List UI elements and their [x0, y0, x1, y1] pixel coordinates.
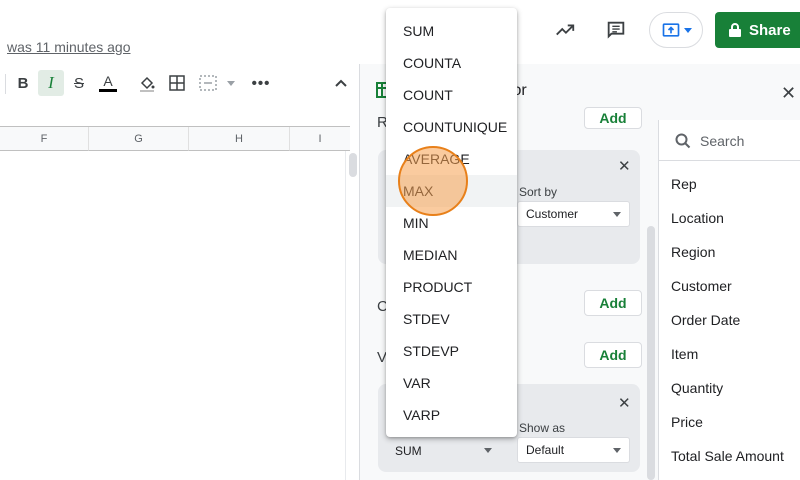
field-item[interactable]: Price: [671, 414, 703, 430]
upload-icon: [662, 23, 679, 37]
menu-item-counta[interactable]: COUNTA: [386, 47, 517, 79]
chevron-down-icon: [484, 448, 492, 453]
text-color-bar: [99, 89, 117, 92]
summarize-by-select[interactable]: SUM: [387, 440, 497, 462]
column-header-i[interactable]: I: [290, 127, 350, 151]
field-item[interactable]: Quantity: [671, 380, 723, 396]
add-rows-button[interactable]: Add: [584, 107, 642, 129]
share-button[interactable]: Share: [715, 12, 800, 48]
remove-value-field-icon[interactable]: ✕: [618, 394, 631, 412]
field-item[interactable]: Order Date: [671, 312, 740, 328]
menu-item-product[interactable]: PRODUCT: [386, 271, 517, 303]
show-as-select[interactable]: Default: [517, 437, 630, 463]
chevron-down-icon: [613, 212, 621, 217]
menu-item-countunique[interactable]: COUNTUNIQUE: [386, 111, 517, 143]
field-item[interactable]: Customer: [671, 278, 732, 294]
menu-item-stdevp[interactable]: STDEVP: [386, 335, 517, 367]
menu-item-count[interactable]: COUNT: [386, 79, 517, 111]
menu-item-stdev[interactable]: STDEV: [386, 303, 517, 335]
field-item[interactable]: Rep: [671, 176, 697, 192]
column-header-h[interactable]: H: [189, 127, 290, 151]
toolbar-divider: [5, 74, 6, 94]
italic-button[interactable]: I: [38, 70, 64, 96]
field-item[interactable]: Total Sale Amount: [671, 448, 784, 464]
collapse-toolbar-icon[interactable]: [328, 70, 354, 96]
field-item[interactable]: Location: [671, 210, 724, 226]
menu-item-max[interactable]: MAX: [386, 175, 517, 207]
search-input[interactable]: Search: [700, 133, 744, 149]
text-color-button[interactable]: A: [95, 70, 121, 96]
field-search[interactable]: Search: [659, 121, 800, 161]
column-header-f[interactable]: F: [0, 127, 89, 151]
add-values-button[interactable]: Add: [584, 342, 642, 368]
menu-item-median[interactable]: MEDIAN: [386, 239, 517, 271]
comment-icon[interactable]: [600, 14, 632, 46]
sort-by-select[interactable]: Customer: [517, 201, 630, 227]
borders-icon[interactable]: [164, 70, 190, 96]
lock-icon: [729, 23, 741, 37]
sort-by-label: Sort by: [519, 185, 558, 199]
summarize-by-menu: SUM COUNTA COUNT COUNTUNIQUE AVERAGE MAX MIN ME…: [386, 8, 517, 437]
column-header-g[interactable]: G: [89, 127, 189, 151]
more-icon[interactable]: •••: [248, 70, 274, 96]
menu-item-var[interactable]: VAR: [386, 367, 517, 399]
menu-item-min[interactable]: MIN: [386, 207, 517, 239]
strikethrough-button[interactable]: S: [66, 70, 92, 96]
chevron-down-icon: [613, 448, 621, 453]
trending-icon[interactable]: [549, 14, 581, 46]
search-icon: [675, 133, 691, 148]
field-item[interactable]: Item: [671, 346, 698, 362]
close-panel-icon[interactable]: ✕: [781, 83, 796, 104]
menu-item-sum[interactable]: SUM: [386, 15, 517, 47]
fill-color-icon[interactable]: [134, 70, 160, 96]
add-columns-button[interactable]: Add: [584, 290, 642, 316]
scroll-thumb[interactable]: [349, 153, 357, 177]
bold-button[interactable]: B: [10, 70, 36, 96]
remove-row-field-icon[interactable]: ✕: [618, 157, 631, 175]
panel-scrollbar[interactable]: [647, 226, 655, 480]
menu-item-average[interactable]: AVERAGE: [386, 143, 517, 175]
menu-item-varp[interactable]: VARP: [386, 399, 517, 431]
sheet-scrollbar[interactable]: [345, 151, 360, 480]
present-button[interactable]: [649, 12, 703, 48]
show-as-label: Show as: [519, 421, 566, 435]
field-item[interactable]: Region: [671, 244, 715, 260]
merge-dropdown-chevron-icon[interactable]: [218, 70, 244, 96]
last-edit-link[interactable]: was 11 minutes ago: [7, 39, 130, 55]
chevron-down-icon: [683, 27, 692, 33]
